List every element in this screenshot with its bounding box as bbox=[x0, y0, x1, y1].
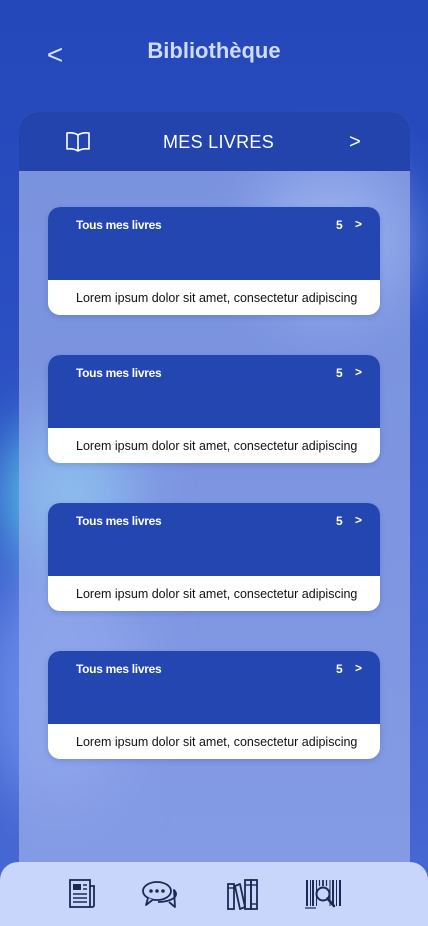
card-description: Lorem ipsum dolor sit amet, consectetur … bbox=[76, 439, 358, 453]
nav-library[interactable] bbox=[222, 876, 262, 912]
card-header: Tous mes livres 5 > bbox=[48, 503, 380, 576]
chat-bubbles-icon bbox=[142, 881, 177, 908]
book-list-card[interactable]: Tous mes livres 5 > Lorem ipsum dolor si… bbox=[48, 503, 380, 611]
book-list-card[interactable]: Tous mes livres 5 > Lorem ipsum dolor si… bbox=[48, 207, 380, 315]
section-header: MES LIVRES > bbox=[19, 112, 410, 171]
card-title: Tous mes livres bbox=[76, 366, 162, 380]
next-button[interactable]: > bbox=[341, 127, 369, 157]
book-list-card[interactable]: Tous mes livres 5 > Lorem ipsum dolor si… bbox=[48, 651, 380, 759]
nav-chat[interactable] bbox=[140, 876, 180, 912]
books-panel: MES LIVRES > Tous mes livres 5 > Lorem i… bbox=[19, 112, 410, 926]
chevron-right-icon: > bbox=[355, 217, 363, 231]
page-title: Bibliothèque bbox=[147, 38, 281, 63]
bookshelf-icon bbox=[227, 879, 258, 910]
card-header: Tous mes livres 5 > bbox=[48, 207, 380, 280]
card-count: 5 bbox=[336, 662, 343, 676]
book-list-card[interactable]: Tous mes livres 5 > Lorem ipsum dolor si… bbox=[48, 355, 380, 463]
nav-scan[interactable] bbox=[304, 876, 344, 912]
bottom-navigation bbox=[0, 862, 428, 926]
card-title: Tous mes livres bbox=[76, 218, 162, 232]
nav-news[interactable] bbox=[62, 876, 102, 912]
card-count: 5 bbox=[336, 218, 343, 232]
card-header: Tous mes livres 5 > bbox=[48, 355, 380, 428]
card-header: Tous mes livres 5 > bbox=[48, 651, 380, 724]
library-screen: < Bibliothèque MES LIVRES > Tous mes liv… bbox=[0, 0, 428, 926]
chevron-right-icon: > bbox=[355, 365, 363, 379]
card-title: Tous mes livres bbox=[76, 662, 162, 676]
newspaper-icon bbox=[69, 879, 95, 908]
chevron-right-icon: > bbox=[355, 661, 363, 675]
card-count: 5 bbox=[336, 514, 343, 528]
chevron-right-icon: > bbox=[355, 513, 363, 527]
card-description: Lorem ipsum dolor sit amet, consectetur … bbox=[76, 587, 358, 601]
card-count: 5 bbox=[336, 366, 343, 380]
card-description: Lorem ipsum dolor sit amet, consectetur … bbox=[76, 291, 358, 305]
card-title: Tous mes livres bbox=[76, 514, 162, 528]
card-description: Lorem ipsum dolor sit amet, consectetur … bbox=[76, 735, 358, 749]
barcode-scan-icon bbox=[305, 880, 341, 909]
top-bar: < Bibliothèque bbox=[0, 0, 428, 110]
